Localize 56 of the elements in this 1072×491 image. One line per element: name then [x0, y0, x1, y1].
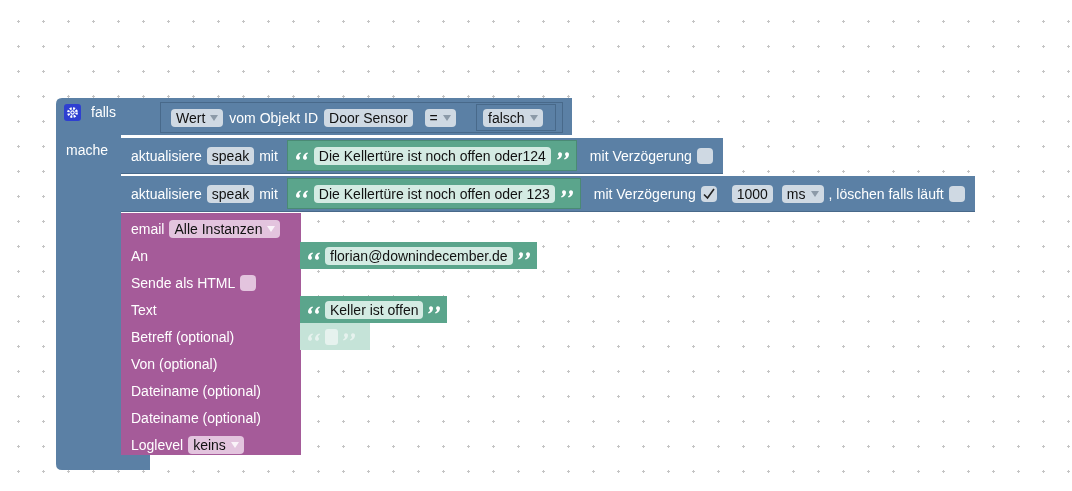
state-field[interactable]: speak: [206, 146, 255, 165]
string-field[interactable]: Die Kellertüre ist noch offen oder124: [313, 146, 551, 165]
unit-dropdown[interactable]: ms: [781, 184, 824, 203]
quote-icon: [295, 188, 309, 199]
block-label: aktualisiere: [131, 147, 202, 164]
checkbox[interactable]: [240, 274, 257, 291]
block-label: mit: [259, 185, 278, 202]
block-label: mache: [66, 142, 109, 158]
block-label: Betreff (optional): [131, 328, 235, 345]
block-label: mit Verzögerung: [589, 147, 692, 164]
delay-field[interactable]: 1000: [731, 184, 773, 203]
checkbox[interactable]: [700, 185, 717, 202]
checkbox[interactable]: [948, 185, 965, 202]
quote-icon: [342, 331, 355, 342]
settings-icon[interactable]: [64, 104, 81, 121]
quote-icon: [308, 250, 321, 261]
block-label: mit: [259, 147, 278, 164]
block-label: mit Verzögerung: [593, 185, 696, 202]
object-id-field[interactable]: Door Sensor: [324, 108, 413, 127]
quote-icon: [295, 150, 309, 161]
operator-dropdown[interactable]: =: [424, 108, 456, 127]
quote-icon: [559, 188, 573, 199]
dropdown-arrow-icon: [529, 114, 538, 121]
block-label: Loglevel: [131, 436, 184, 453]
block-label: Sende als HTML: [131, 274, 236, 291]
quote-icon: [427, 304, 441, 315]
block-label: email: [131, 220, 165, 237]
check-icon: [701, 186, 716, 201]
block-label: , löschen falls läuft: [828, 185, 944, 202]
quote-icon: [308, 331, 321, 342]
block-label: An: [131, 247, 149, 264]
block-label: Dateiname (optional): [131, 409, 261, 426]
string-field[interactable]: florian@downindecember.de: [325, 246, 513, 265]
quote-icon: [308, 304, 321, 315]
block-label: falls: [91, 104, 116, 120]
block-label: aktualisiere: [131, 185, 202, 202]
quote-icon: [555, 150, 569, 161]
block-label: Von (optional): [131, 355, 218, 372]
dropdown-arrow-icon: [267, 225, 276, 232]
dropdown-arrow-icon: [810, 190, 819, 197]
dropdown-arrow-icon: [230, 441, 239, 448]
option-dropdown[interactable]: Alle Instanzen: [169, 219, 281, 238]
value-dropdown[interactable]: falsch: [483, 108, 543, 127]
empty-string-field[interactable]: [325, 328, 338, 345]
block-label: Text: [131, 301, 157, 318]
state-field[interactable]: speak: [206, 184, 255, 203]
string-field[interactable]: Die Kellertüre ist noch offen oder 123: [313, 184, 555, 203]
quote-icon: [516, 250, 530, 261]
property-dropdown[interactable]: Wert: [171, 108, 224, 127]
checkbox[interactable]: [696, 147, 713, 164]
block-label: Dateiname (optional): [131, 382, 261, 399]
dropdown-arrow-icon: [442, 114, 451, 121]
block-label: vom Objekt ID: [229, 109, 318, 126]
option-dropdown[interactable]: keins: [188, 435, 244, 454]
dropdown-arrow-icon: [210, 114, 219, 121]
string-field[interactable]: Keller ist offen: [325, 300, 424, 319]
